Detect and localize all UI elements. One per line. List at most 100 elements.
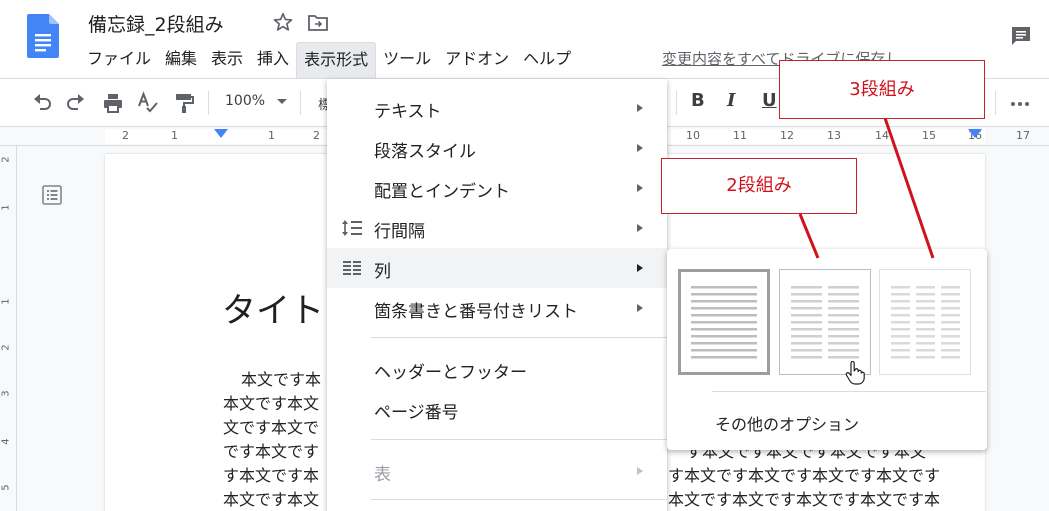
zoom-select[interactable]: 100% <box>225 93 265 109</box>
menu-item-bullets-numbering[interactable]: 箇条書きと番号付きリスト <box>327 288 667 328</box>
body-text-line[interactable]: です本文です <box>223 438 327 462</box>
submenu-divider <box>712 391 986 392</box>
left-indent-marker[interactable] <box>214 129 228 138</box>
ruler-number: 15 <box>922 129 936 142</box>
submenu-arrow-icon <box>637 104 643 112</box>
ruler-number: 4 <box>0 438 12 445</box>
menu-item-label: 表 <box>374 465 391 485</box>
menu-addons[interactable]: アドオン <box>438 42 516 78</box>
body-text-line[interactable]: す本文です本 <box>223 462 327 486</box>
body-text-line[interactable]: 本文です本文です本文です本文です本 <box>668 486 978 510</box>
body-text-line[interactable]: 本文です本文 <box>223 390 327 414</box>
body-text-line[interactable]: 本文です本文 <box>223 486 327 510</box>
ruler-number: 2 <box>0 156 12 163</box>
submenu-arrow-icon <box>637 264 643 272</box>
submenu-arrow-icon <box>637 184 643 192</box>
menu-item-label: 箇条書きと番号付きリスト <box>374 302 578 322</box>
ruler-number: 14 <box>875 129 889 142</box>
toolbar-divider <box>208 91 209 115</box>
ruler-number: 1 <box>0 298 12 305</box>
callout-two-column: 2段組み <box>661 158 857 214</box>
redo-icon[interactable] <box>64 91 88 115</box>
spellcheck-icon[interactable] <box>136 91 160 115</box>
callout-three-column: 3段組み <box>779 60 985 119</box>
docs-logo-icon[interactable] <box>27 14 59 58</box>
menu-item-label: ヘッダーとフッター <box>374 363 527 383</box>
body-text-line[interactable]: 本文です本 <box>241 366 327 390</box>
more-column-options[interactable]: その他のオプション <box>715 411 859 435</box>
menu-divider <box>371 499 667 500</box>
menu-item-label: ページ番号 <box>374 403 459 423</box>
line-spacing-icon <box>342 220 362 236</box>
menu-item-headers-footers[interactable]: ヘッダーとフッター <box>327 349 667 389</box>
menu-view[interactable]: 表示 <box>204 42 250 78</box>
submenu-arrow-icon <box>637 304 643 312</box>
menu-item-text[interactable]: テキスト <box>327 88 667 128</box>
submenu-arrow-icon <box>637 144 643 152</box>
underline-button[interactable]: U <box>762 90 777 111</box>
document-title[interactable]: 備忘録_2段組み <box>88 10 224 37</box>
print-icon[interactable] <box>101 91 125 115</box>
menu-bar: ファイル 編集 表示 挿入 表示形式 ツール アドオン ヘルプ <box>80 42 578 78</box>
menu-tools[interactable]: ツール <box>376 42 438 78</box>
document-heading[interactable]: タイトル <box>222 283 325 332</box>
body-text-line[interactable]: す本文です本文です本文です本文です <box>668 462 978 486</box>
ruler-number: 13 <box>827 129 841 142</box>
three-column-preset[interactable] <box>879 269 971 375</box>
move-folder-icon[interactable] <box>307 13 329 33</box>
menu-file[interactable]: ファイル <box>80 42 158 78</box>
ruler-number: 2 <box>122 129 129 142</box>
menu-item-table: 表 <box>327 451 667 491</box>
menu-format[interactable]: 表示形式 <box>296 42 377 78</box>
toolbar-divider <box>676 91 677 115</box>
format-menu: テキスト 段落スタイル 配置とインデント 行間隔 列 箇条書きと番号付きリスト <box>327 79 667 511</box>
zoom-dropdown-icon[interactable] <box>277 99 287 104</box>
ruler-number: 1 <box>0 204 12 211</box>
menu-item-page-numbers[interactable]: ページ番号 <box>327 389 667 429</box>
ruler-number: 10 <box>686 129 700 142</box>
ruler-number: 2 <box>313 129 320 142</box>
menu-item-label: テキスト <box>374 102 442 122</box>
menu-item-label: 配置とインデント <box>374 182 510 202</box>
ruler-number: 12 <box>780 129 794 142</box>
comment-icon[interactable] <box>1009 24 1033 48</box>
ruler-number: 17 <box>1016 129 1030 142</box>
document-outline-icon[interactable] <box>40 183 64 207</box>
menu-edit[interactable]: 編集 <box>158 42 204 78</box>
columns-submenu: その他のオプション <box>667 249 987 450</box>
undo-icon[interactable] <box>30 91 54 115</box>
columns-icon <box>343 261 361 275</box>
body-text-line[interactable]: 文です本文で <box>223 414 327 438</box>
one-column-preset[interactable] <box>678 269 770 375</box>
ruler-number: 11 <box>733 129 747 142</box>
submenu-arrow-icon <box>637 467 643 475</box>
ruler-number: 1 <box>171 129 178 142</box>
menu-item-label: 行間隔 <box>374 222 425 242</box>
menu-item-label: 段落スタイル <box>374 142 476 162</box>
ruler-number: 3 <box>0 390 12 397</box>
right-indent-marker[interactable] <box>968 129 982 138</box>
hand-cursor-icon <box>845 361 865 385</box>
bold-button[interactable]: B <box>691 90 705 111</box>
ruler-number: 2 <box>0 344 12 351</box>
star-icon[interactable] <box>272 11 294 33</box>
menu-divider <box>371 337 667 338</box>
vertical-ruler[interactable]: 2 1 1 2 3 4 5 <box>0 146 17 511</box>
menu-item-line-spacing[interactable]: 行間隔 <box>327 208 667 248</box>
menu-divider <box>371 439 667 440</box>
ruler-number: 5 <box>0 484 12 491</box>
ruler-number: 1 <box>268 129 275 142</box>
two-column-preset[interactable] <box>779 269 871 375</box>
italic-button[interactable]: I <box>727 90 735 111</box>
toolbar-divider <box>300 91 301 115</box>
paint-format-icon[interactable] <box>172 91 196 115</box>
more-options-icon[interactable] <box>1010 101 1030 107</box>
menu-insert[interactable]: 挿入 <box>250 42 296 78</box>
submenu-arrow-icon <box>637 224 643 232</box>
menu-help[interactable]: ヘルプ <box>516 42 578 78</box>
menu-item-align-indent[interactable]: 配置とインデント <box>327 168 667 208</box>
toolbar-divider <box>995 91 996 115</box>
menu-item-label: 列 <box>374 262 391 282</box>
menu-item-paragraph-styles[interactable]: 段落スタイル <box>327 128 667 168</box>
menu-item-columns[interactable]: 列 <box>327 248 667 288</box>
